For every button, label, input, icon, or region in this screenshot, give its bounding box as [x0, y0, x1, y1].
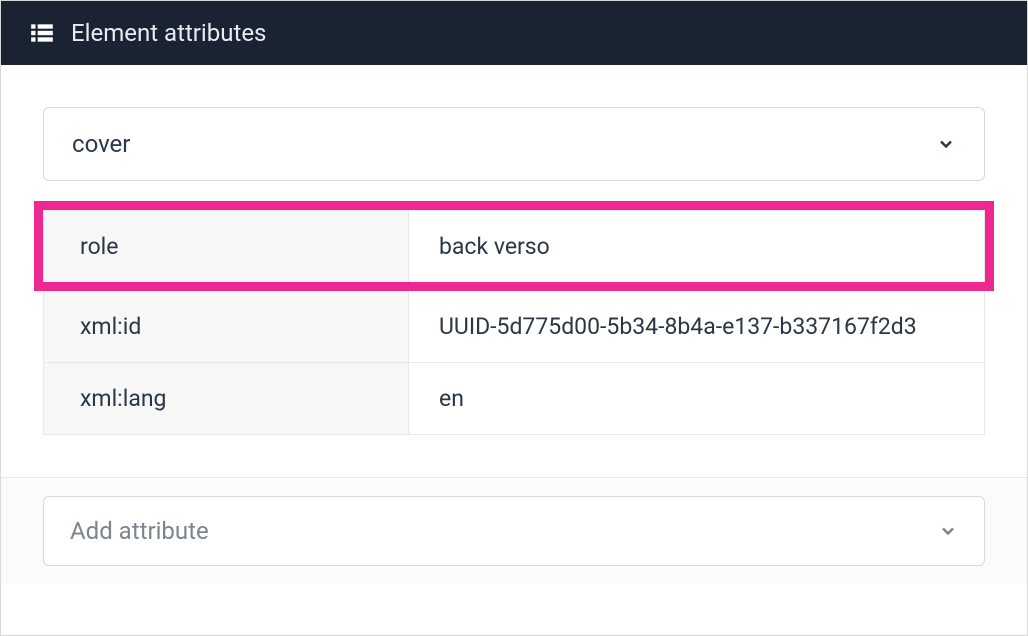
attribute-name: xml:id [44, 291, 409, 362]
attribute-value: UUID-5d775d00-5b34-8b4a-e137-b337167f2d3 [409, 291, 984, 362]
panel-footer: Add attribute [1, 477, 1027, 584]
list-icon [29, 20, 55, 46]
panel-body: cover role back verso xml:id UUID-5d775d… [1, 65, 1027, 477]
panel-header: Element attributes [1, 1, 1027, 65]
attribute-value: back verso [409, 211, 984, 282]
add-attribute-dropdown[interactable]: Add attribute [43, 496, 985, 566]
attribute-name: role [44, 211, 409, 282]
panel-title: Element attributes [71, 19, 266, 47]
element-dropdown-selected: cover [72, 130, 130, 158]
add-attribute-label: Add attribute [70, 517, 209, 545]
element-dropdown[interactable]: cover [43, 107, 985, 181]
chevron-down-icon [938, 521, 958, 541]
attribute-row[interactable]: xml:id UUID-5d775d00-5b34-8b4a-e137-b337… [44, 291, 984, 363]
attribute-row[interactable]: xml:lang en [44, 363, 984, 434]
attribute-name: xml:lang [44, 363, 409, 434]
chevron-down-icon [936, 134, 956, 154]
attribute-value: en [409, 363, 984, 434]
highlighted-attribute: role back verso [34, 201, 994, 291]
attribute-row[interactable]: role back verso [44, 211, 984, 282]
